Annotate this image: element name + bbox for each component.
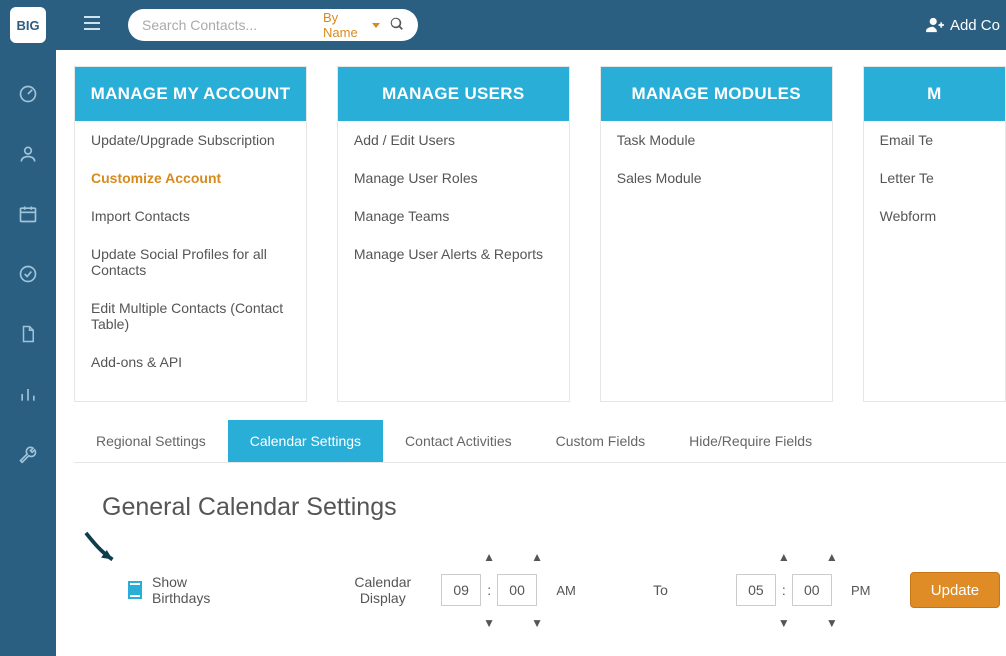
tab-regional[interactable]: Regional Settings <box>74 420 228 462</box>
account-item-customize[interactable]: Customize Account <box>75 159 306 197</box>
calendar-display-label: Calendar Display <box>354 574 411 606</box>
account-item-addons[interactable]: Add-ons & API <box>75 343 306 381</box>
users-item-teams[interactable]: Manage Teams <box>338 197 569 235</box>
from-min-up-icon[interactable]: ▲ <box>526 548 548 566</box>
settings-tabs: Regional Settings Calendar Settings Cont… <box>74 420 1006 463</box>
calendar-settings-section: General Calendar Settings Show Birthdays… <box>74 463 1006 632</box>
to-hour-input[interactable]: 05 <box>736 574 776 606</box>
search-input[interactable] <box>142 17 323 33</box>
from-hour-input[interactable]: 09 <box>441 574 481 606</box>
sidebar-rail <box>0 50 56 656</box>
tab-activities[interactable]: Contact Activities <box>383 420 534 462</box>
to-hour-down-icon[interactable]: ▼ <box>773 614 795 632</box>
account-item-edit-multiple[interactable]: Edit Multiple Contacts (Contact Table) <box>75 289 306 343</box>
card-header: MANAGE MY ACCOUNT <box>75 67 306 121</box>
topbar: BIG By Name Add Co <box>0 0 1006 50</box>
templates-item-letter[interactable]: Letter Te <box>864 159 1005 197</box>
search-icon[interactable] <box>390 17 404 34</box>
show-birthdays-checkbox[interactable] <box>128 581 142 599</box>
card-header: M <box>864 67 1005 121</box>
search-wrap: By Name <box>128 9 418 41</box>
from-hour-down-icon[interactable]: ▼ <box>478 614 500 632</box>
account-item-subscription[interactable]: Update/Upgrade Subscription <box>75 121 306 159</box>
card-header: MANAGE USERS <box>338 67 569 121</box>
users-item-roles[interactable]: Manage User Roles <box>338 159 569 197</box>
to-min-down-icon[interactable]: ▼ <box>821 614 843 632</box>
modules-item-task[interactable]: Task Module <box>601 121 832 159</box>
card-manage-templates: M Email Te Letter Te Webform <box>863 66 1006 402</box>
card-manage-account: MANAGE MY ACCOUNT Update/Upgrade Subscri… <box>74 66 307 402</box>
account-item-social[interactable]: Update Social Profiles for all Contacts <box>75 235 306 289</box>
update-button[interactable]: Update <box>910 572 1000 608</box>
content-area: MANAGE MY ACCOUNT Update/Upgrade Subscri… <box>56 50 1006 656</box>
dashboard-icon[interactable] <box>16 82 40 106</box>
calendar-icon[interactable] <box>16 202 40 226</box>
show-birthdays-label: Show Birthdays <box>152 574 214 606</box>
settings-icon[interactable] <box>16 442 40 466</box>
contacts-icon[interactable] <box>16 142 40 166</box>
account-item-import[interactable]: Import Contacts <box>75 197 306 235</box>
show-birthdays-group: Show Birthdays <box>128 574 214 606</box>
add-contact-button[interactable]: Add Co <box>926 17 1000 34</box>
templates-item-webform[interactable]: Webform <box>864 197 1005 235</box>
menu-toggle-icon[interactable] <box>84 16 100 34</box>
tab-hide-require[interactable]: Hide/Require Fields <box>667 420 834 462</box>
to-min-up-icon[interactable]: ▲ <box>821 548 843 566</box>
calendar-settings-row: Show Birthdays Calendar Display ▲ ▲ 09 :… <box>102 548 978 632</box>
card-manage-modules: MANAGE MODULES Task Module Sales Module <box>600 66 833 402</box>
from-min-down-icon[interactable]: ▼ <box>526 614 548 632</box>
tab-calendar[interactable]: Calendar Settings <box>228 420 383 462</box>
annotation-arrow-icon <box>84 531 122 569</box>
users-item-alerts[interactable]: Manage User Alerts & Reports <box>338 235 569 273</box>
from-ampm[interactable]: AM <box>547 574 585 606</box>
users-item-add-edit[interactable]: Add / Edit Users <box>338 121 569 159</box>
tab-custom-fields[interactable]: Custom Fields <box>534 420 667 462</box>
chevron-down-icon <box>372 23 380 28</box>
settings-cards-row: MANAGE MY ACCOUNT Update/Upgrade Subscri… <box>74 66 1006 402</box>
tasks-icon[interactable] <box>16 262 40 286</box>
files-icon[interactable] <box>16 322 40 346</box>
to-hour-up-icon[interactable]: ▲ <box>773 548 795 566</box>
templates-item-email[interactable]: Email Te <box>864 121 1005 159</box>
modules-item-sales[interactable]: Sales Module <box>601 159 832 197</box>
to-time-spinner: ▲ ▲ 05 : 00 PM ▼ ▼ <box>736 548 880 632</box>
from-hour-up-icon[interactable]: ▲ <box>478 548 500 566</box>
section-heading: General Calendar Settings <box>102 493 978 522</box>
to-label: To <box>653 582 668 598</box>
card-manage-users: MANAGE USERS Add / Edit Users Manage Use… <box>337 66 570 402</box>
from-time-spinner: ▲ ▲ 09 : 00 AM ▼ ▼ <box>441 548 585 632</box>
from-min-input[interactable]: 00 <box>497 574 537 606</box>
card-header: MANAGE MODULES <box>601 67 832 121</box>
logo[interactable]: BIG <box>10 7 46 43</box>
to-min-input[interactable]: 00 <box>792 574 832 606</box>
reports-icon[interactable] <box>16 382 40 406</box>
search-filter-dropdown[interactable]: By Name <box>323 10 380 40</box>
to-ampm[interactable]: PM <box>842 574 880 606</box>
